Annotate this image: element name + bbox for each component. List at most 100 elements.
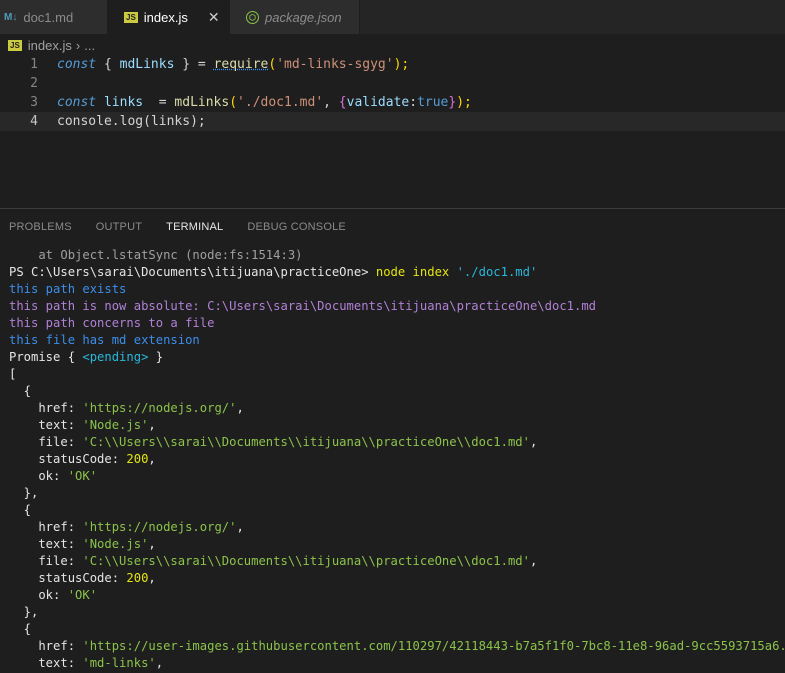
terminal-line: at Object.lstatSync (node:fs:1514:3)	[9, 247, 785, 264]
tab-label: doc1.md	[23, 9, 74, 25]
markdown-icon: M↓	[4, 11, 18, 23]
tab-label: index.js	[143, 9, 188, 25]
tab-output[interactable]: OUTPUT	[96, 221, 142, 233]
line-number: 4	[30, 114, 38, 129]
terminal-line: file: 'C:\\Users\\sarai\\Documents\\itij…	[9, 435, 538, 449]
terminal-line: PS C:\Users\sarai\Documents\itijuana\pra…	[9, 264, 785, 281]
close-icon[interactable]: ✕	[208, 9, 220, 26]
breadcrumb-file[interactable]: index.js	[28, 38, 72, 53]
tab-debug-console[interactable]: DEBUG CONSOLE	[247, 221, 346, 233]
punctuation: .	[111, 114, 120, 129]
panel-tabs: PROBLEMS OUTPUT TERMINAL DEBUG CONSOLE	[0, 209, 785, 245]
ok-value: 'OK'	[67, 469, 98, 483]
terminal-line: this file has md extension	[9, 332, 785, 349]
paren: (	[268, 57, 277, 72]
terminal-line: statusCode: 200,	[9, 452, 156, 466]
breadcrumb-separator: ›	[75, 37, 81, 53]
terminal-line: href: 'https://user-images.githubusercon…	[9, 638, 785, 655]
paren: (	[143, 114, 151, 129]
tab-doc1-md[interactable]: M↓ doc1.md	[0, 0, 108, 34]
file-value: 'C:\\Users\\sarai\\Documents\\itijuana\\…	[82, 554, 530, 568]
terminal-line: text: 'Node.js',	[9, 537, 156, 551]
object-close: },	[9, 605, 39, 619]
identifier: links	[150, 114, 191, 129]
command-arg: './doc1.md'	[456, 265, 538, 279]
bottom-panel: PROBLEMS OUTPUT TERMINAL DEBUG CONSOLE a…	[0, 208, 785, 673]
operator: =	[197, 57, 214, 72]
keyword: const	[57, 95, 97, 110]
punctuation: {	[96, 57, 120, 72]
tab-index-js[interactable]: JS index.js ✕	[108, 0, 230, 34]
javascript-icon: JS	[124, 11, 138, 23]
prompt: PS C:\Users\sarai\Documents\itijuana\pra…	[9, 265, 376, 279]
code-line-current: 4 console. log(links);	[0, 112, 785, 131]
operator: =	[150, 95, 175, 110]
function-name: require	[213, 57, 269, 72]
nodejs-icon: ⬡	[246, 10, 259, 24]
punctuation: ,	[323, 95, 339, 110]
status-code-value: 200	[126, 571, 149, 585]
identifier: links	[96, 95, 151, 110]
log-message: this path exists	[9, 282, 127, 296]
terminal-output[interactable]: at Object.lstatSync (node:fs:1514:3) PS C…	[9, 247, 785, 672]
terminal-line: statusCode: 200,	[9, 571, 156, 585]
punctuation: :	[409, 95, 418, 110]
function-name: mdLinks	[174, 95, 230, 110]
terminal-line: this path exists	[9, 281, 785, 298]
terminal-line: href: 'https://nodejs.org/',	[9, 401, 244, 415]
text-value: 'Node.js'	[82, 418, 149, 432]
code-line: 3 const links = mdLinks('./doc1.md', {va…	[0, 93, 785, 112]
file-value: 'C:\\Users\\sarai\\Documents\\itijuana\\…	[82, 435, 530, 449]
text-value: 'md-links'	[82, 656, 156, 670]
object-open: {	[9, 384, 32, 398]
code-editor[interactable]: 1 const { mdLinks } = require('md-links-…	[0, 55, 785, 205]
terminal-line: ok: 'OK'	[9, 588, 98, 602]
paren: (	[229, 95, 238, 110]
log-message: C:\Users\sarai\Documents\itijuana\practi…	[207, 299, 597, 313]
href-value: 'https://nodejs.org/'	[82, 520, 237, 534]
line-number: 1	[30, 57, 38, 72]
text-value: 'Node.js'	[82, 537, 149, 551]
terminal-line: file: 'C:\\Users\\sarai\\Documents\\itij…	[9, 554, 538, 568]
paren: );	[393, 57, 410, 72]
terminal-line: text: 'md-links',	[9, 656, 164, 670]
log-message: this file has md extension	[9, 333, 200, 347]
breadcrumb-more[interactable]: ...	[84, 38, 95, 53]
function-name: log	[119, 114, 144, 129]
promise-text: }	[148, 350, 164, 364]
object-close: },	[9, 486, 39, 500]
paren: );	[190, 114, 206, 129]
tab-terminal[interactable]: TERMINAL	[166, 221, 223, 233]
brace: }	[448, 95, 457, 110]
javascript-icon: JS	[8, 39, 22, 51]
href-value: 'https://nodejs.org/'	[82, 401, 237, 415]
string-literal: './doc1.md'	[237, 95, 324, 110]
object-open: {	[9, 622, 32, 636]
keyword: const	[57, 57, 97, 72]
terminal-line: [	[9, 366, 785, 383]
tab-problems[interactable]: PROBLEMS	[9, 221, 72, 233]
terminal-line: Promise { <pending> }	[9, 349, 785, 366]
promise-state: <pending>	[82, 350, 149, 364]
href-value: 'https://user-images.githubusercontent.c…	[82, 639, 785, 653]
line-number: 3	[30, 95, 38, 110]
ok-value: 'OK'	[67, 588, 98, 602]
identifier: mdLinks	[119, 57, 175, 72]
command: node index	[375, 265, 457, 279]
identifier: console	[57, 114, 112, 129]
property-key: validate	[346, 95, 410, 110]
array-open: [	[9, 367, 17, 381]
string-literal: 'md-links-sgyg'	[276, 57, 394, 72]
tab-package-json[interactable]: ⬡ package.json	[230, 0, 360, 34]
line-number: 2	[30, 76, 38, 91]
code-line: 1 const { mdLinks } = require('md-links-…	[0, 55, 785, 74]
status-code-value: 200	[126, 452, 149, 466]
stack-trace-line: at Object.lstatSync (node:fs:1514:3)	[9, 248, 303, 262]
terminal-line: ok: 'OK'	[9, 469, 98, 483]
object-open: {	[9, 503, 32, 517]
editor-tab-bar: M↓ doc1.md JS index.js ✕ ⬡ package.json	[0, 0, 785, 34]
paren: );	[456, 95, 472, 110]
log-message: this path is now absolute:	[9, 299, 208, 313]
terminal-line: text: 'Node.js',	[9, 418, 156, 432]
terminal-line: this path is now absolute: C:\Users\sara…	[9, 298, 785, 315]
